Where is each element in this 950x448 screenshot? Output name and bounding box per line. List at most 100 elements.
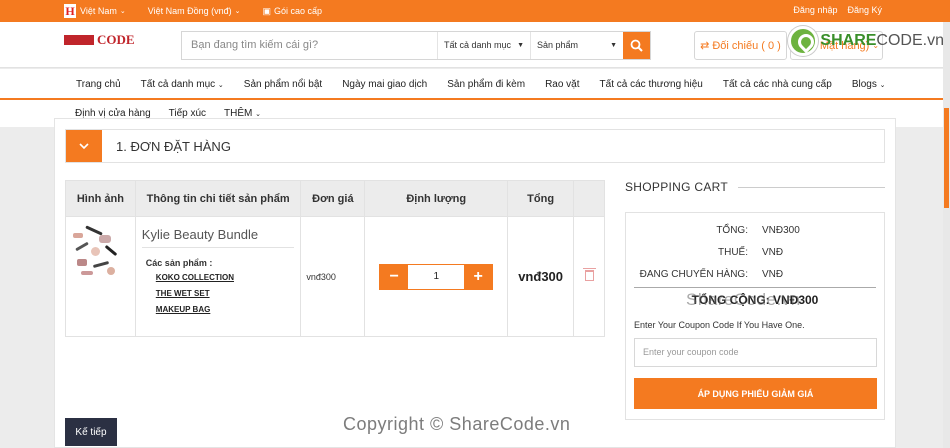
summary-row-subtotal: TỔNG: VNĐ300 xyxy=(626,225,884,239)
currency-select[interactable]: Việt Nam Đồng (vnđ) ⌄ xyxy=(148,6,241,16)
summary-title: SHOPPING CART xyxy=(625,180,885,194)
column-header-image: Hình ảnh xyxy=(65,180,136,217)
summary-title-text: SHOPPING CART xyxy=(625,180,729,194)
column-header-delete xyxy=(573,180,605,217)
search-icon xyxy=(630,39,643,52)
nav-item-blogs[interactable]: Blogs ⌄ xyxy=(842,79,896,90)
logo-mark-icon xyxy=(64,35,94,45)
summary-divider xyxy=(634,287,876,288)
column-header-unit-price: Đơn giá xyxy=(300,180,366,217)
summary-label: TỔNG: xyxy=(716,225,748,236)
chevron-down-icon[interactable] xyxy=(66,130,102,162)
unit-price: vnđ300 xyxy=(300,216,366,337)
nav-item-home[interactable]: Trang chủ xyxy=(66,79,131,90)
site-logo-icon: H xyxy=(64,4,76,18)
sub-products-label: Các sản phẩm : xyxy=(145,258,213,268)
register-link[interactable]: Đăng Ký xyxy=(847,5,882,15)
quantity-stepper: − 1 + xyxy=(379,263,494,290)
sub-product-link[interactable]: THE WET SET xyxy=(156,289,295,298)
sub-product-link[interactable]: KOKO COLLECTION xyxy=(156,273,295,282)
product-image[interactable] xyxy=(65,216,136,337)
search-button[interactable] xyxy=(623,32,650,59)
cart-table: Hình ảnh Thông tin chi tiết sản phẩm Đơn… xyxy=(65,180,605,337)
summary-value: VNĐ xyxy=(762,269,784,280)
type-select-label: Sản phẩm xyxy=(537,40,579,50)
table-row: Kylie Beauty Bundle Các sản phẩm : KOKO … xyxy=(65,216,605,337)
nav-item-label: Blogs xyxy=(851,78,877,90)
summary-label: ĐANG CHUYỂN HÀNG: xyxy=(639,269,748,280)
sharecode-brand: SHARECODE.vn xyxy=(788,26,944,56)
step-title: 1. ĐƠN ĐẶT HÀNG xyxy=(116,138,231,154)
chevron-down-icon: ⌄ xyxy=(217,81,224,89)
sharecode-logo-icon xyxy=(788,26,819,56)
nav-item-featured[interactable]: Sản phẩm nổi bật xyxy=(234,79,332,90)
column-header-details: Thông tin chi tiết sản phẩm xyxy=(134,180,302,217)
summary-row-tax: THUẾ: VNĐ xyxy=(626,247,884,261)
page-scrollbar[interactable] xyxy=(943,22,950,448)
login-link[interactable]: Đăng nhập xyxy=(793,5,837,15)
summary-title-rule xyxy=(738,186,885,188)
logo-text: CODE xyxy=(97,32,135,47)
increase-quantity-button[interactable]: + xyxy=(464,264,493,289)
nav-item-suppliers[interactable]: Tất cả các nhà cung cấp xyxy=(713,79,842,90)
nav-item-tomorrow-deals[interactable]: Ngày mai giao dịch xyxy=(332,79,437,90)
nav-item-classifieds[interactable]: Rao vặt xyxy=(535,79,589,90)
summary-value: VNĐ300 xyxy=(762,225,800,236)
product-thumbnail-icon xyxy=(71,225,119,277)
country-label: Việt Nam xyxy=(80,6,117,16)
quantity-cell: − 1 + xyxy=(364,216,509,337)
site-logo[interactable]: CODE xyxy=(64,32,135,48)
chevron-down-icon: ⌄ xyxy=(879,81,886,89)
column-header-quantity: Định lượng xyxy=(364,180,509,217)
category-select[interactable]: Tất cả danh mục ▼ xyxy=(437,32,530,59)
brand-suffix: CODE.vn xyxy=(876,32,944,49)
nav-item-label: Tất cả danh mục xyxy=(140,78,216,90)
search-bar: Bạn đang tìm kiếm cái gì? Tất cả danh mụ… xyxy=(181,31,651,60)
sub-product-link[interactable]: MAKEUP BAG xyxy=(156,305,295,314)
product-name[interactable]: Kylie Beauty Bundle xyxy=(141,227,295,248)
caret-down-icon: ▼ xyxy=(517,42,524,49)
line-total: vnđ300 xyxy=(507,216,575,337)
cart-summary: TỔNG: VNĐ300 THUẾ: VNĐ ĐANG CHUYỂN HÀNG:… xyxy=(625,212,885,420)
summary-row-shipping: ĐANG CHUYỂN HÀNG: VNĐ xyxy=(626,269,884,283)
scrollbar-thumb[interactable] xyxy=(944,108,949,208)
summary-value: VNĐ xyxy=(762,247,784,258)
trash-icon[interactable] xyxy=(582,267,596,281)
category-select-label: Tất cả danh mục xyxy=(444,40,512,50)
search-input[interactable]: Bạn đang tìm kiếm cái gì? xyxy=(182,32,437,59)
compare-icon: ⇄ xyxy=(700,40,710,52)
country-select[interactable]: Việt Nam ⌄ xyxy=(80,6,126,16)
coupon-input[interactable]: Enter your coupon code xyxy=(634,338,877,367)
table-header-row: Hình ảnh Thông tin chi tiết sản phẩm Đơn… xyxy=(65,180,605,217)
compare-button[interactable]: ⇄ Đối chiếu ( 0 ) xyxy=(694,31,787,60)
nav-item-categories[interactable]: Tất cả danh mục ⌄ xyxy=(131,79,234,90)
caret-down-icon: ▼ xyxy=(610,42,617,49)
summary-label: THUẾ: xyxy=(718,247,748,258)
chevron-down-icon: ⌄ xyxy=(119,8,126,15)
premium-link[interactable]: ▣ Gói cao cấp xyxy=(262,6,322,17)
column-header-total: Tổng xyxy=(507,180,575,217)
order-step-header[interactable]: 1. ĐƠN ĐẶT HÀNG xyxy=(65,129,885,163)
top-bar: H Việt Nam ⌄ Việt Nam Đồng (vnđ) ⌄ ▣ Gói ca… xyxy=(0,0,950,22)
gift-icon: ▣ xyxy=(262,5,271,16)
brand-name: SHARE xyxy=(820,32,877,49)
quantity-input[interactable]: 1 xyxy=(408,264,465,289)
coupon-label: Enter Your Coupon Code If You Have One. xyxy=(634,320,805,330)
nav-row-1: Trang chủ Tất cả danh mục ⌄ Sản phẩm nổi… xyxy=(66,69,895,99)
watermark-center: ShareCode.vn xyxy=(686,290,801,309)
decrease-quantity-button[interactable]: − xyxy=(380,264,409,289)
apply-coupon-button[interactable]: ÁP DỤNG PHIẾU GIẢM GIÁ xyxy=(634,378,877,409)
checkout-panel: 1. ĐƠN ĐẶT HÀNG Hình ảnh Thông tin chi t… xyxy=(54,118,896,448)
premium-label: Gói cao cấp xyxy=(274,6,323,16)
type-select[interactable]: Sản phẩm ▼ xyxy=(530,32,623,59)
chevron-down-icon: ⌄ xyxy=(234,8,241,15)
chevron-down-icon: ⌄ xyxy=(255,111,262,118)
next-button[interactable]: Kế tiếp xyxy=(65,418,117,446)
watermark-copyright: Copyright © ShareCode.vn xyxy=(343,414,571,434)
nav-item-bundles[interactable]: Sản phẩm đi kèm xyxy=(437,79,535,90)
sharecode-text: SHARECODE.vn xyxy=(820,32,944,50)
product-details-cell: Kylie Beauty Bundle Các sản phẩm : KOKO … xyxy=(134,216,302,337)
nav-item-brands[interactable]: Tất cả các thương hiệu xyxy=(590,79,713,90)
delete-cell xyxy=(573,216,605,337)
header: CODE Bạn đang tìm kiếm cái gì? Tất cả da… xyxy=(0,22,950,68)
